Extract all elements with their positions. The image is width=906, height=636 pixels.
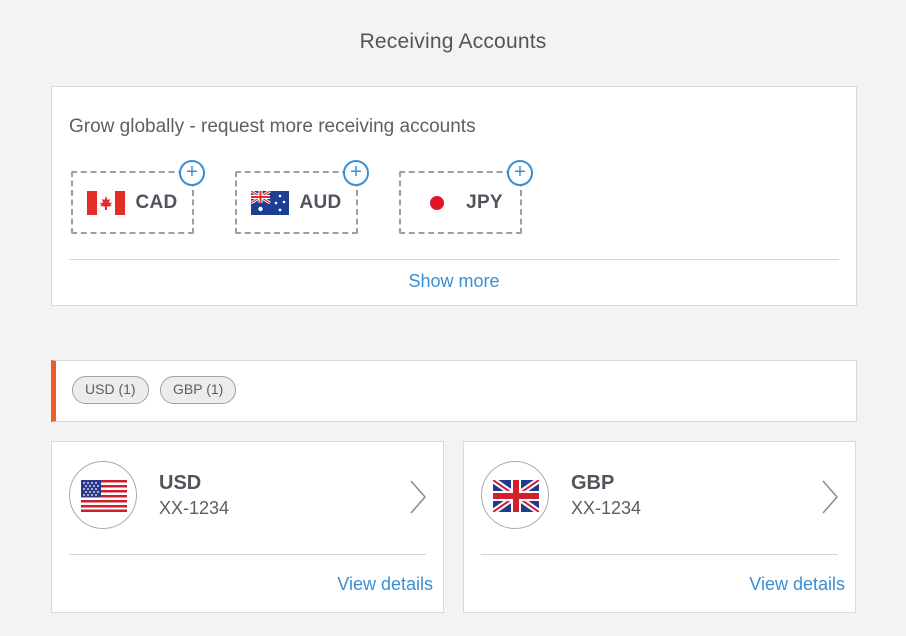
request-aud-button[interactable]: AUD +	[235, 160, 369, 234]
currency-code: CAD	[135, 191, 178, 213]
page-title: Receiving Accounts	[359, 30, 547, 53]
japan-flag-icon	[418, 190, 457, 215]
account-currency: USD	[159, 472, 202, 494]
divider	[69, 259, 839, 260]
currency-code: AUD	[299, 191, 342, 213]
divider	[481, 554, 838, 555]
divider	[69, 554, 426, 555]
grow-heading: Grow globally - request more receiving a…	[69, 116, 476, 137]
account-currency: GBP	[571, 472, 615, 494]
account-number: XX-1234	[159, 498, 230, 518]
australia-flag-icon	[251, 190, 290, 215]
filter-pill-gbp[interactable]: GBP (1)	[160, 376, 237, 404]
plus-icon[interactable]: +	[179, 160, 205, 186]
chevron-right-icon[interactable]	[407, 478, 429, 516]
request-jpy-button[interactable]: JPY +	[399, 160, 533, 234]
plus-icon[interactable]: +	[343, 160, 369, 186]
filter-pill-usd[interactable]: USD (1)	[72, 376, 149, 404]
show-more-link[interactable]: Show more	[52, 271, 856, 292]
canada-flag-icon	[87, 190, 126, 215]
plus-icon[interactable]: +	[507, 160, 533, 186]
account-card-usd[interactable]: USD XX-1234 View details	[51, 441, 444, 613]
view-details-link[interactable]: View details	[749, 574, 845, 595]
currency-filter-bar: USD (1) GBP (1)	[51, 360, 857, 422]
account-number: XX-1234	[571, 498, 642, 518]
request-cad-button[interactable]: CAD +	[71, 160, 205, 234]
currency-code: JPY	[466, 191, 503, 213]
grow-accounts-panel: Grow globally - request more receiving a…	[51, 86, 857, 306]
account-card-gbp[interactable]: GBP XX-1234 View details	[463, 441, 856, 613]
view-details-link[interactable]: View details	[337, 574, 433, 595]
chevron-right-icon[interactable]	[819, 478, 841, 516]
uk-flag-icon	[481, 461, 549, 529]
us-flag-icon	[69, 461, 137, 529]
